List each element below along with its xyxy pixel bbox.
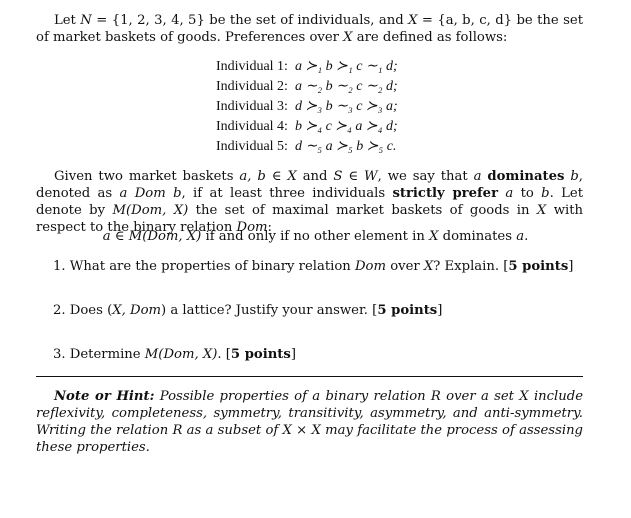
- text: ]: [290, 347, 296, 362]
- horizontal-divider: [36, 376, 583, 377]
- text: ? Explain. [: [433, 259, 509, 274]
- math: M(Dom, X): [144, 347, 218, 362]
- text: What are the properties of binary relati…: [69, 259, 355, 274]
- math: M(Dom, X): [112, 203, 189, 218]
- text: . [: [217, 347, 231, 362]
- points-label: 5 points: [377, 303, 438, 318]
- text: if and only if no other element in: [201, 229, 430, 244]
- definition-paragraph: Given two market baskets a, b ∈ X and S …: [36, 168, 583, 236]
- intro-paragraph: Let N = {1, 2, 3, 4, 5} be the set of in…: [36, 12, 583, 46]
- math: Dom: [354, 259, 387, 274]
- question-number: 1.: [53, 259, 66, 274]
- bold-term-dominates: dominates: [487, 169, 565, 184]
- math: S ∈ W: [333, 169, 378, 184]
- points-label: 5 points: [230, 347, 291, 362]
- individual-label: Individual 3:: [216, 99, 288, 114]
- question-2: 2. Does (X, Dom) a lattice? Justify your…: [53, 303, 442, 318]
- preference-relation: d ∼₅ a ≻₅ b ≻₅ c.: [295, 139, 397, 154]
- math: X, Dom: [112, 303, 162, 318]
- text: , we say that: [377, 169, 474, 184]
- intro-text: Let: [54, 13, 81, 28]
- maximal-definition: a ∈ M(Dom, X) if and only if no other el…: [0, 229, 631, 244]
- text: .: [524, 229, 529, 244]
- preferences-list: Individual 1: a ≻₁ b ≻₁ c ∼₁ d; Individua…: [216, 57, 398, 157]
- text: , if at least three individuals: [181, 186, 393, 201]
- points-label: 5 points: [508, 259, 569, 274]
- question-number: 3.: [53, 347, 66, 362]
- math: b: [541, 186, 550, 201]
- preference-row: Individual 1: a ≻₁ b ≻₁ c ∼₁ d;: [216, 57, 398, 77]
- preference-row: Individual 3: d ≻₃ b ∼₃ c ≻₃ a;: [216, 97, 398, 117]
- preference-row: Individual 4: b ≻₄ c ≻₄ a ≻₄ d;: [216, 117, 398, 137]
- math: a, b ∈ X: [239, 169, 297, 184]
- text: ]: [568, 259, 574, 274]
- text: the set of maximal market baskets of goo…: [188, 203, 537, 218]
- preference-row: Individual 5: d ∼₅ a ≻₅ b ≻₅ c.: [216, 137, 398, 157]
- text: Given two market baskets: [54, 169, 240, 184]
- individual-label: Individual 1:: [216, 59, 288, 74]
- document-page: Let N = {1, 2, 3, 4, 5} be the set of in…: [0, 0, 631, 518]
- math: a: [473, 169, 482, 184]
- intro-text: = {1, 2, 3, 4, 5} be the set of individu…: [91, 13, 409, 28]
- math-N: N: [80, 13, 92, 28]
- intro-text: are defined as follows:: [352, 30, 508, 45]
- question-3: 3. Determine M(Dom, X). [5 points]: [53, 347, 296, 362]
- preference-relation: a ≻₁ b ≻₁ c ∼₁ d;: [295, 59, 398, 74]
- math-X: X: [343, 30, 353, 45]
- individual-label: Individual 5:: [216, 139, 288, 154]
- text: Does (: [69, 303, 113, 318]
- text: Determine: [69, 347, 145, 362]
- preference-row: Individual 2: a ∼₂ b ∼₂ c ∼₂ d;: [216, 77, 398, 97]
- text: dominates: [438, 229, 517, 244]
- hint-paragraph: Note or Hint: Possible properties of a b…: [36, 388, 583, 456]
- text: ]: [437, 303, 443, 318]
- question-1: 1. What are the properties of binary rel…: [53, 259, 573, 274]
- preference-relation: d ≻₃ b ∼₃ c ≻₃ a;: [295, 99, 398, 114]
- text: ) a lattice? Justify your answer. [: [161, 303, 378, 318]
- text: and: [296, 169, 334, 184]
- hint-label: Note or Hint:: [54, 389, 155, 404]
- preference-relation: b ≻₄ c ≻₄ a ≻₄ d;: [295, 119, 398, 134]
- math: a ∈ M(Dom, X): [102, 229, 202, 244]
- preference-relation: a ∼₂ b ∼₂ c ∼₂ d;: [295, 79, 398, 94]
- math: a: [516, 229, 525, 244]
- text: to: [513, 186, 542, 201]
- math: a Dom b: [119, 186, 182, 201]
- math: X: [536, 203, 547, 218]
- bold-term-strictly-prefer: strictly prefer: [392, 186, 499, 201]
- math: b: [570, 169, 579, 184]
- question-number: 2.: [53, 303, 66, 318]
- individual-label: Individual 2:: [216, 79, 288, 94]
- text: over: [386, 259, 424, 274]
- math: X: [423, 259, 434, 274]
- individual-label: Individual 4:: [216, 119, 288, 134]
